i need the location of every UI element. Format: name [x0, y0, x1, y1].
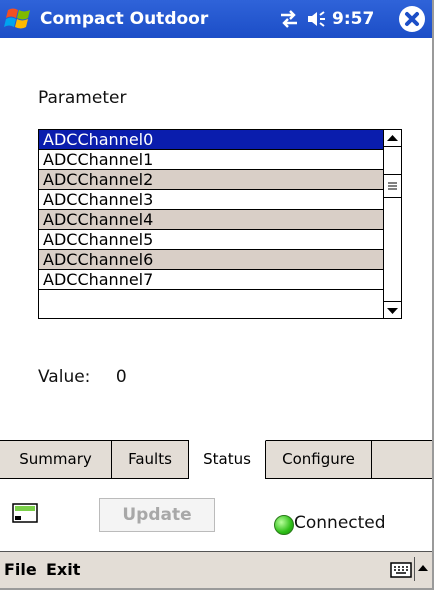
sip-toggle-icon[interactable] — [414, 557, 431, 581]
value-label: Value: — [38, 367, 91, 387]
list-item[interactable]: ADCChannel7 — [39, 270, 383, 290]
menu-bar: File Exit — [0, 551, 432, 588]
arrow-up-icon — [387, 135, 398, 141]
grip-icon — [388, 182, 397, 190]
list-item[interactable]: ADCChannel1 — [39, 150, 383, 170]
list-scrollbar[interactable] — [383, 130, 401, 318]
scroll-down-button[interactable] — [384, 301, 401, 318]
tab-status[interactable]: Status — [189, 440, 266, 479]
list-item[interactable]: ADCChannel4 — [39, 210, 383, 230]
parameter-list[interactable]: ADCChannel0 ADCChannel1 ADCChannel2 ADCC… — [38, 129, 402, 319]
list-item[interactable]: ADCChannel6 — [39, 250, 383, 270]
scroll-thumb[interactable] — [384, 174, 401, 198]
windows-start-icon[interactable] — [4, 4, 34, 34]
connection-status-icon — [274, 515, 294, 535]
title-bar: Compact Outdoor 9:57 — [0, 0, 432, 38]
tab-faults[interactable]: Faults — [112, 441, 189, 478]
tab-configure[interactable]: Configure — [266, 441, 372, 478]
value-text: 0 — [115, 367, 127, 387]
value-row: Value: 0 — [38, 367, 127, 387]
scroll-up-button[interactable] — [384, 130, 401, 147]
list-item[interactable]: ADCChannel3 — [39, 190, 383, 210]
connectivity-icon[interactable] — [278, 8, 300, 30]
tab-summary[interactable]: Summary — [0, 441, 112, 478]
menu-file[interactable]: File — [4, 560, 37, 579]
keyboard-icon[interactable] — [390, 561, 412, 579]
menu-exit[interactable]: Exit — [46, 560, 80, 579]
close-icon[interactable] — [399, 6, 425, 32]
app-title: Compact Outdoor — [40, 9, 209, 29]
list-item[interactable]: ADCChannel5 — [39, 230, 383, 250]
arrow-down-icon — [387, 308, 398, 314]
tab-bar: Summary Faults Status Configure — [0, 440, 432, 479]
clock-time[interactable]: 9:57 — [332, 6, 374, 32]
parameter-label: Parameter — [38, 88, 127, 108]
update-button[interactable]: Update — [99, 498, 215, 532]
app-window: Compact Outdoor 9:57 Parameter ADCChanne… — [0, 0, 434, 590]
list-item[interactable]: ADCChannel2 — [39, 170, 383, 190]
connection-status-text: Connected — [294, 513, 386, 533]
volume-icon[interactable] — [306, 9, 328, 29]
list-item[interactable]: ADCChannel0 — [39, 130, 383, 150]
terminal-icon[interactable] — [12, 502, 38, 524]
parameter-list-items: ADCChannel0 ADCChannel1 ADCChannel2 ADCC… — [39, 130, 383, 290]
